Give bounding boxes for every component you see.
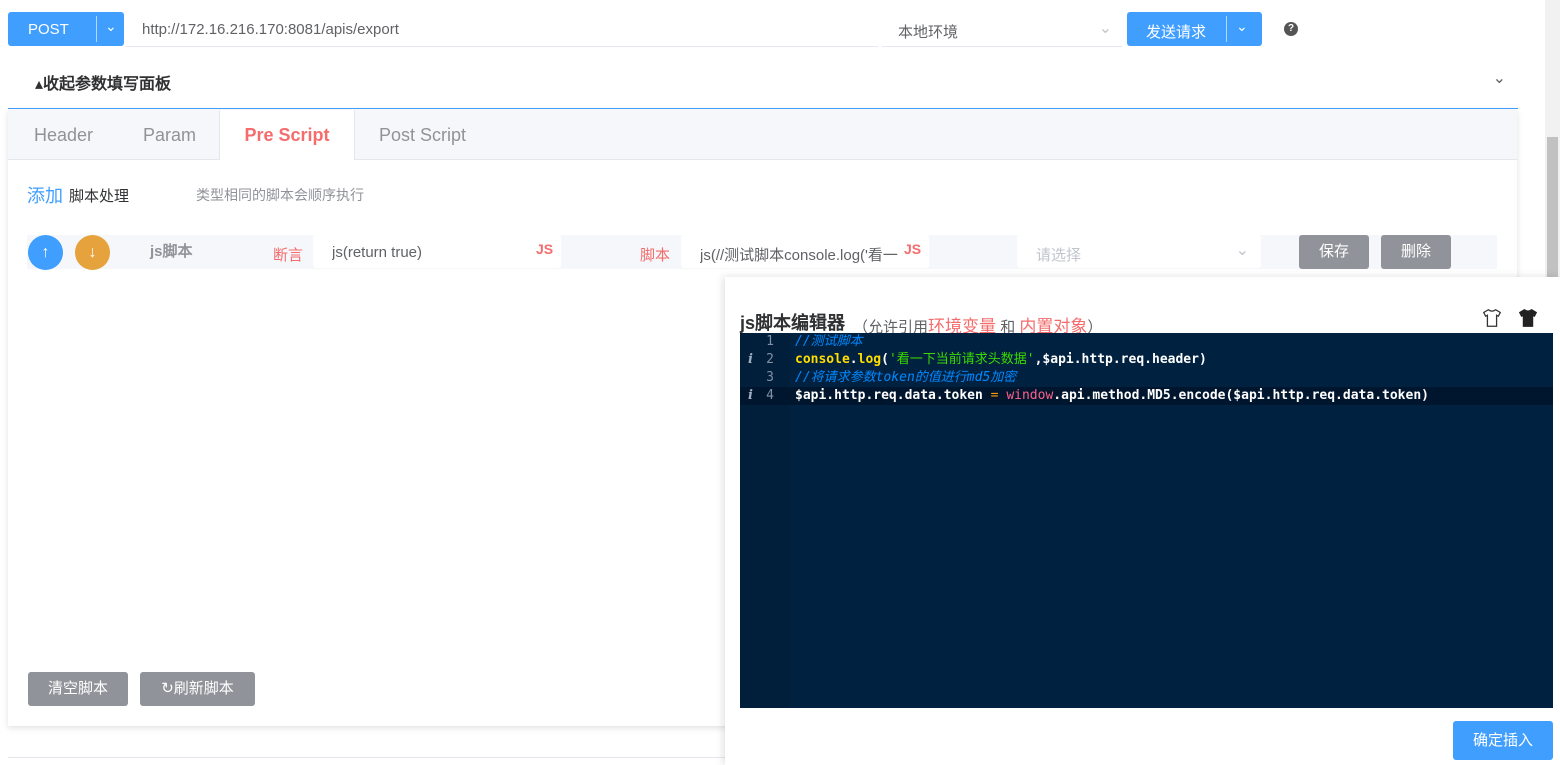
confirm-insert-button[interactable]: 确定插入 [1453,721,1553,760]
line-code: //将请求参数token的值进行md5加密 [795,369,1016,387]
arrow-down-icon: ↓ [88,244,97,261]
js-editor-panel: js脚本编辑器 （允许引用环境变量 和 内置对象） 1 //测试脚本 i 2 c… [725,277,1560,765]
save-button[interactable]: 保存 [1299,235,1369,269]
script-value: js(//测试脚本console.log('看一 [700,247,898,264]
line-number: 1 [766,334,774,349]
script-row: ↑ ↓ js脚本 断言 js(return true) JS 脚本 js(//测… [27,235,1497,270]
light-theme-icon[interactable] [1481,307,1503,329]
line-code: $api.http.req.data.token = window.api.me… [795,387,1429,405]
line-number: 2 [766,352,774,367]
arrow-up-icon: ↑ [41,244,50,261]
refresh-script-label: 刷新脚本 [173,680,234,697]
code-line[interactable]: i 2 console.log('看一下当前请求头数据',$api.http.r… [740,351,1553,369]
chevron-down-icon: ⌄ [1492,70,1506,87]
extract-select[interactable]: 请选择 ⌄ [1017,235,1261,268]
line-number: 4 [766,388,774,403]
keyword: window [1006,388,1054,403]
token: log [857,352,882,367]
comment: //测试脚本 [795,334,863,349]
token: ,$api.http.req.header) [1034,352,1207,367]
comment: //将请求参数token的值进行md5加密 [795,370,1017,385]
send-request-label: 发送请求 [1146,24,1207,41]
clear-script-button[interactable]: 清空脚本 [28,672,128,706]
tab-pre-script[interactable]: Pre Script [219,110,355,160]
collapse-panel-header[interactable]: ▴收起参数填写面板 ⌄ [8,48,1518,109]
delete-button[interactable]: 删除 [1381,235,1451,269]
refresh-script-button[interactable]: ↻刷新脚本 [140,672,255,706]
method-label: POST [28,21,69,38]
scrollbar-thumb[interactable] [1547,137,1558,277]
method-divider [96,16,97,42]
script-input[interactable]: js(//测试脚本console.log('看一 [681,235,929,268]
url-field[interactable] [126,12,884,47]
select-placeholder: 请选择 [1036,247,1082,264]
code-line-current[interactable]: i 4 $api.http.req.data.token = window.ap… [740,387,1553,405]
env-label: 本地环境 [898,24,959,41]
assert-label: 断言 [273,247,304,264]
method-select[interactable]: POST ⌄ [8,12,124,46]
chevron-down-icon[interactable]: ⌄ [1236,18,1248,35]
tab-post-script[interactable]: Post Script [379,110,466,159]
assert-input[interactable]: js(return true) [313,235,561,268]
token: ( [881,352,889,367]
line-code: console.log('看一下当前请求头数据',$api.http.req.h… [795,351,1207,369]
js-badge[interactable]: JS [536,241,553,257]
token: .api.method.MD5.encode($api.http.req.dat… [1053,388,1429,403]
operator: = [990,388,999,403]
line-code: //测试脚本 [795,333,863,351]
editor-title: js脚本编辑器 [740,313,846,333]
token: $api.http.req.data.token [795,388,991,403]
send-divider [1226,16,1227,42]
code-line[interactable]: 3 //将请求参数token的值进行md5加密 [740,369,1553,387]
refresh-icon: ↻ [161,680,174,697]
token: console [795,352,850,367]
tab-param[interactable]: Param [143,110,196,159]
line-number: 3 [766,370,774,385]
assert-value: js(return true) [332,244,423,261]
chevron-down-icon: ⌄ [1098,20,1112,37]
js-badge[interactable]: JS [904,241,921,257]
env-select[interactable]: 本地环境 ⌄ [882,12,1122,47]
code-editor[interactable]: 1 //测试脚本 i 2 console.log('看一下当前请求头数据',$a… [740,333,1553,708]
collapse-title: ▴收起参数填写面板 [35,76,172,93]
move-up-button[interactable]: ↑ [28,235,63,270]
code-line[interactable]: 1 //测试脚本 [740,333,1553,351]
move-down-button[interactable]: ↓ [75,235,110,270]
add-script-label: 脚本处理 [69,188,130,205]
tab-bar: Header Param Pre Script Post Script [8,110,1517,160]
string: '看一下当前请求头数据' [888,352,1035,367]
dark-theme-icon[interactable] [1517,307,1539,329]
script-label: 脚本 [640,247,671,264]
send-request-button[interactable]: 发送请求 ⌄ [1127,12,1262,46]
url-input[interactable] [126,12,884,46]
help-icon[interactable]: ? [1284,22,1298,36]
script-hint: 类型相同的脚本会顺序执行 [196,187,364,203]
chevron-down-icon[interactable]: ⌄ [105,18,117,35]
add-script-link[interactable]: 添加 [27,182,63,208]
script-type-label: js脚本 [150,243,193,260]
tab-header[interactable]: Header [34,110,93,159]
chevron-down-icon: ⌄ [1235,242,1249,259]
token: . [849,352,858,367]
